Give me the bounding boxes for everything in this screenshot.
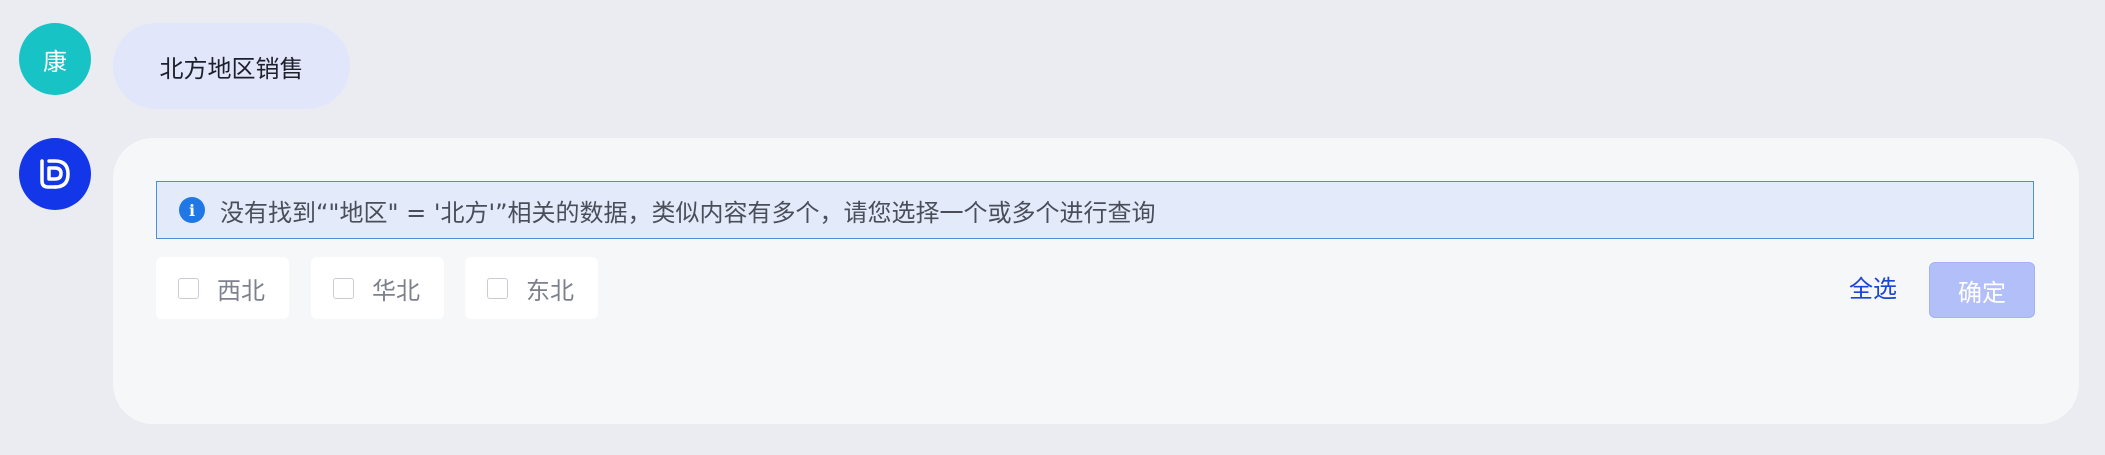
user-message-text: 北方地区销售 — [159, 54, 304, 83]
option-label: 西北 — [217, 276, 265, 305]
bot-logo-icon — [40, 159, 70, 189]
option-dongbei[interactable]: 东北 — [465, 257, 598, 319]
checkbox[interactable] — [487, 277, 508, 299]
option-label: 东北 — [526, 276, 574, 305]
option-xibei[interactable]: 西北 — [156, 257, 289, 319]
checkbox[interactable] — [333, 277, 354, 299]
notice-text: 没有找到“"地区" = '北方'”相关的数据，类似内容有多个，请您选择一个或多个… — [220, 198, 1156, 227]
bot-avatar — [19, 138, 91, 210]
option-huabei[interactable]: 华北 — [311, 257, 444, 319]
bot-response-card: i 没有找到“"地区" = '北方'”相关的数据，类似内容有多个，请您选择一个或… — [113, 138, 2079, 424]
user-avatar-text: 康 — [43, 47, 67, 76]
option-label: 华北 — [372, 276, 420, 305]
select-all-link[interactable]: 全选 — [1849, 269, 1897, 309]
user-avatar: 康 — [19, 23, 91, 95]
confirm-button[interactable]: 确定 — [1929, 262, 2035, 318]
checkbox[interactable] — [178, 277, 199, 299]
user-message-bubble: 北方地区销售 — [113, 23, 350, 109]
confirm-button-label: 确定 — [1958, 278, 2006, 307]
info-icon: i — [179, 197, 205, 223]
notice-banner: i 没有找到“"地区" = '北方'”相关的数据，类似内容有多个，请您选择一个或… — [156, 181, 2034, 239]
